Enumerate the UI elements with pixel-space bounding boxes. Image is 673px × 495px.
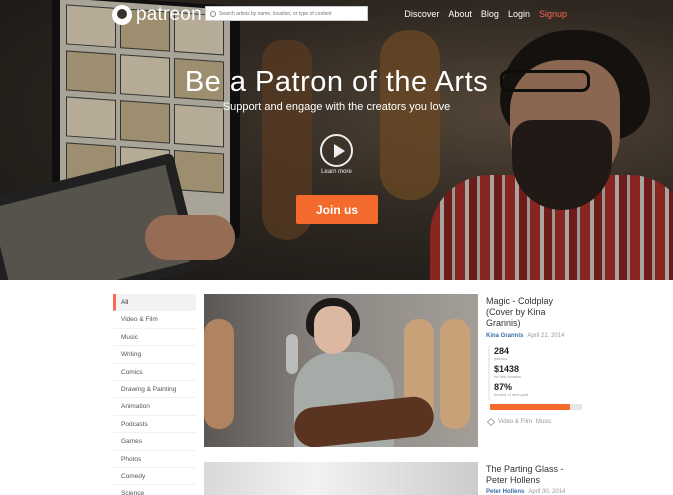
creator-name[interactable]: Kina Grannis (486, 333, 523, 339)
creation-title[interactable]: Magic - Coldplay (Cover by Kina Grannis) (486, 296, 582, 329)
sidebar-item-comedy[interactable]: Comedy (113, 468, 196, 486)
funded-percent: 87% (494, 382, 513, 392)
goal-progress-bar (490, 404, 582, 410)
play-icon[interactable] (320, 134, 353, 167)
funded-label: funded of next goal (494, 392, 529, 397)
hero-banner: patreon Discover About Blog Login Signup… (0, 0, 673, 280)
creation-thumbnail[interactable] (204, 462, 478, 495)
patrons-count: 284 (494, 346, 510, 356)
category-sidebar: All Video & Film Music Writing Comics Dr… (113, 294, 196, 495)
patreon-logo-icon (112, 5, 132, 25)
sidebar-item-podcasts[interactable]: Podcasts (113, 416, 196, 434)
creator-line: Kina Grannis April 22, 2014 (486, 333, 564, 339)
sidebar-item-drawing-painting[interactable]: Drawing & Painting (113, 381, 196, 399)
nav-about[interactable]: About (448, 9, 472, 19)
sidebar-item-video-film[interactable]: Video & Film (113, 311, 196, 329)
nav-signup[interactable]: Signup (539, 9, 567, 19)
learn-more-link[interactable]: Learn more (0, 169, 673, 175)
sidebar-item-photos[interactable]: Photos (113, 451, 196, 468)
creation-title[interactable]: The Parting Glass - Peter Hollens (486, 464, 582, 486)
tag-video-film[interactable]: Video & Film (498, 419, 532, 425)
creator-line: Peter Hollens April 30, 2014 (486, 489, 565, 495)
tag-music[interactable]: Music (536, 419, 552, 425)
amount-label: for this creation (494, 374, 522, 379)
sidebar-item-writing[interactable]: Writing (113, 346, 196, 364)
sidebar-item-science[interactable]: Science (113, 485, 196, 495)
creation-stats: 284 patrons $1438 for this creation 87% … (488, 346, 528, 400)
logo-text: patreon (136, 4, 202, 25)
creation-card: The Parting Glass - Peter Hollens Peter … (204, 462, 584, 495)
sidebar-item-music[interactable]: Music (113, 329, 196, 347)
hero-title: Be a Patron of the Arts (184, 66, 489, 98)
search-input[interactable] (219, 10, 367, 17)
search-box[interactable] (205, 6, 368, 21)
sidebar-item-games[interactable]: Games (113, 433, 196, 451)
join-us-button[interactable]: Join us (296, 195, 378, 224)
tag-icon (486, 417, 496, 427)
creator-name[interactable]: Peter Hollens (486, 489, 524, 495)
goal-progress-fill (490, 404, 571, 410)
sidebar-item-all[interactable]: All (113, 294, 196, 312)
patrons-label: patrons (494, 356, 508, 361)
nav-discover[interactable]: Discover (404, 9, 439, 19)
creation-date: April 22, 2014 (527, 333, 565, 339)
sidebar-item-comics[interactable]: Comics (113, 364, 196, 381)
creation-thumbnail[interactable] (204, 294, 478, 447)
patreon-logo[interactable]: patreon (112, 4, 202, 26)
search-icon (210, 10, 216, 17)
creation-card: Magic - Coldplay (Cover by Kina Grannis)… (204, 294, 584, 447)
creation-date: April 30, 2014 (528, 489, 566, 495)
hero-subtitle: Support and engage with the creators you… (222, 101, 451, 113)
nav-login[interactable]: Login (508, 9, 530, 19)
nav-blog[interactable]: Blog (481, 9, 499, 19)
top-nav: Discover About Blog Login Signup (404, 9, 567, 19)
content-area: All Video & Film Music Writing Comics Dr… (0, 280, 673, 495)
amount-value: $1438 (494, 364, 520, 374)
creation-tags: Video & Film Music (486, 417, 552, 427)
sidebar-item-animation[interactable]: Animation (113, 398, 196, 416)
